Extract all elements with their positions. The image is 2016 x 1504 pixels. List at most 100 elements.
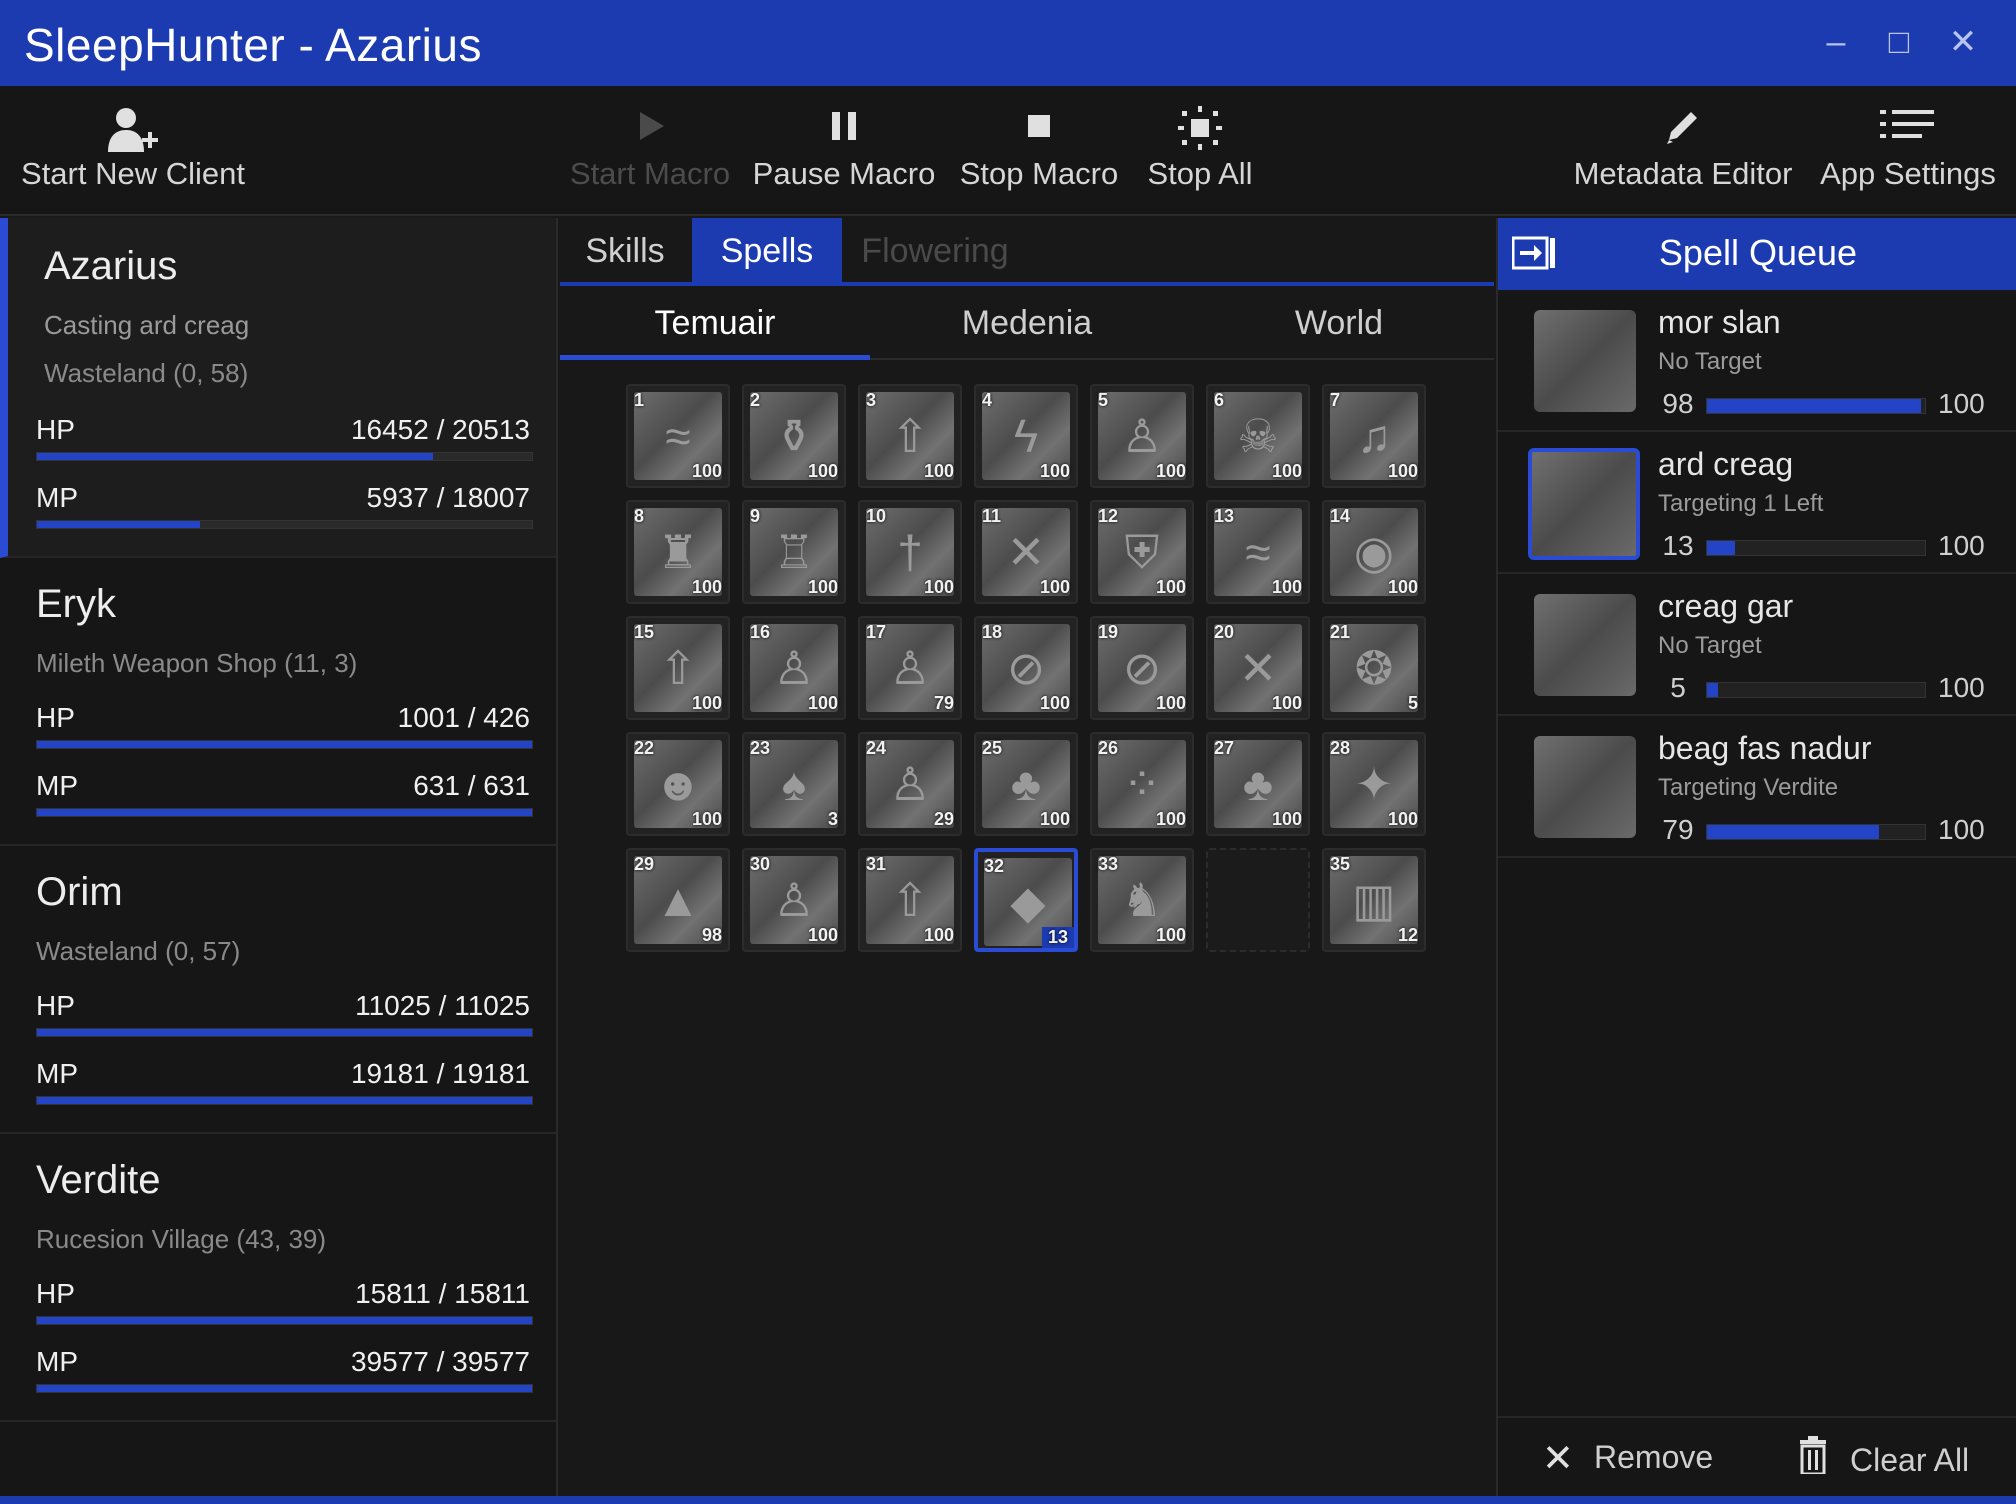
spell-slot[interactable]: ϟ 4 100 [974, 384, 1078, 488]
queue-spell-name: mor slan [1658, 304, 1781, 340]
spell-slot[interactable]: † 10 100 [858, 500, 962, 604]
spell-slot-number: 10 [866, 506, 887, 526]
spell-slot-number: 13 [1214, 506, 1235, 526]
spell-slot[interactable]: ♙ 17 79 [858, 616, 962, 720]
spell-queue-item[interactable]: creag gar No Target 5 100 [1498, 576, 2016, 716]
spell-slot[interactable]: ☠ 6 100 [1206, 384, 1310, 488]
client-card-eryk[interactable]: Eryk Mileth Weapon Shop (11, 3) HP 1001 … [0, 558, 556, 846]
spell-level: 100 [1155, 577, 1186, 597]
spell-slot[interactable]: ♣ 25 100 [974, 732, 1078, 836]
spell-slot[interactable]: ♙ 5 100 [1090, 384, 1194, 488]
remove-button[interactable]: ✕ Remove [1542, 1436, 1713, 1481]
queue-spell-progress-fill [1707, 399, 1921, 413]
spell-slot-number: 32 [984, 856, 1005, 876]
client-card-azarius[interactable]: Azarius Casting ard creag Wasteland (0, … [0, 218, 556, 558]
queue-spell-target: No Target [1658, 348, 1762, 375]
spell-slot[interactable]: ≈13 100 [1206, 500, 1310, 604]
metadata-editor-button[interactable]: Metadata Editor [1568, 86, 1798, 216]
spell-slot[interactable]: ⊘ 18 100 [974, 616, 1078, 720]
spell-level: 100 [1387, 577, 1418, 597]
spell-slot-number: 9 [750, 506, 761, 526]
empty-spell-slot[interactable] [1206, 848, 1310, 952]
spell-level: 3 [827, 809, 838, 829]
spell-queue-item[interactable]: mor slan No Target 98 100 [1498, 292, 2016, 432]
client-card-orim[interactable]: Orim Wasteland (0, 57) HP 11025 / 11025 … [0, 846, 556, 1134]
close-icon[interactable]: ✕ [1943, 22, 1983, 62]
spell-slot[interactable]: ⇧ 3 100 [858, 384, 962, 488]
spell-slot[interactable]: ♙ 16 100 [742, 616, 846, 720]
spell-slot[interactable]: ☻ 22 100 [626, 732, 730, 836]
client-location: Wasteland (0, 58) [44, 358, 249, 388]
close-icon: ✕ [1542, 1438, 1574, 1480]
spell-slot[interactable]: ✕ 20 100 [1206, 616, 1310, 720]
spell-slot[interactable]: ✦ 28 100 [1322, 732, 1426, 836]
spell-slot[interactable]: ⁘ 26 100 [1090, 732, 1194, 836]
spell-level: 100 [923, 925, 954, 945]
spell-slot[interactable]: ♙ 30 100 [742, 848, 846, 952]
client-card-verdite[interactable]: Verdite Rucesion Village (43, 39) HP 158… [0, 1134, 556, 1422]
spell-level: 100 [807, 693, 838, 713]
clear-all-button[interactable]: Clear All [1798, 1436, 1969, 1484]
spell-slot-number: 33 [1098, 854, 1119, 874]
stop-all-icon [1142, 86, 1258, 156]
queue-spell-level: 13 [1662, 530, 1694, 561]
spell-slot[interactable]: ❂ 21 5 [1322, 616, 1426, 720]
collapse-panel-icon[interactable] [1511, 236, 1556, 272]
play-icon [566, 86, 734, 156]
tab-spells[interactable]: Spells [692, 218, 842, 284]
mp-label: MP [36, 482, 78, 513]
tab-flowering[interactable]: Flowering [850, 218, 1020, 284]
spell-slot[interactable]: ⇧ 31 100 [858, 848, 962, 952]
start-macro-button[interactable]: Start Macro [566, 86, 734, 216]
spell-slot[interactable]: ♜ 8 100 [626, 500, 730, 604]
spell-slot[interactable]: ⚱ 2 100 [742, 384, 846, 488]
spell-slot[interactable]: ♙ 24 29 [858, 732, 962, 836]
maximize-icon[interactable]: □ [1879, 22, 1919, 62]
client-location: Rucesion Village (43, 39) [36, 1224, 327, 1254]
pause-macro-button[interactable]: Pause Macro [752, 86, 936, 216]
minimize-icon[interactable]: – [1816, 22, 1856, 62]
spell-slot[interactable]: ♞ 33 100 [1090, 848, 1194, 952]
hp-value: 11025 / 11025 [355, 990, 530, 1021]
tab-skills[interactable]: Skills [560, 218, 690, 284]
spell-slot[interactable]: ⇧ 15 100 [626, 616, 730, 720]
spell-slot[interactable]: ♫ 7 100 [1322, 384, 1426, 488]
spell-slot[interactable]: ♠ 23 3 [742, 732, 846, 836]
spell-level: 100 [1387, 809, 1418, 829]
subtab-temuair[interactable]: Temuair [560, 288, 870, 360]
start-new-client-button[interactable]: Start New Client [14, 86, 252, 216]
app-settings-button[interactable]: App Settings [1816, 86, 2000, 216]
queue-spell-target: No Target [1658, 632, 1762, 659]
window-title: SleepHunter - Azarius [24, 19, 482, 71]
spell-slot-number: 19 [1098, 622, 1119, 642]
spell-slot[interactable]: ▲ 29 98 [626, 848, 730, 952]
queue-spell-target: Targeting 1 Left [1658, 490, 1824, 517]
spell-slot[interactable]: ♖ 9 100 [742, 500, 846, 604]
trash-icon [1798, 1436, 1838, 1484]
queue-spell-max: 100 [1938, 672, 1985, 703]
spell-slot[interactable]: ◆ 32 13 [974, 848, 1078, 952]
stop-macro-button[interactable]: Stop Macro [954, 86, 1124, 216]
spell-queue-item[interactable]: beag fas nadur Targeting Verdite 79 100 [1498, 718, 2016, 858]
subtab-medenia[interactable]: Medenia [872, 288, 1182, 360]
spell-slot[interactable]: ◉ 14 100 [1322, 500, 1426, 604]
pause-icon [752, 86, 936, 156]
spell-slot-number: 1 [634, 390, 645, 410]
client-status: Casting ard creag [44, 310, 250, 340]
queue-spell-progress-fill [1707, 825, 1880, 839]
spell-slot[interactable]: ⊘ 19 100 [1090, 616, 1194, 720]
mp-label: MP [36, 1346, 78, 1377]
spell-slot[interactable]: ▥ 35 12 [1322, 848, 1426, 952]
spell-level: 100 [691, 809, 722, 829]
subtab-world[interactable]: World [1184, 288, 1494, 360]
stop-all-button[interactable]: Stop All [1142, 86, 1258, 216]
spell-slot[interactable]: ♣ 27 100 [1206, 732, 1310, 836]
spell-level: 100 [1155, 693, 1186, 713]
hp-label: HP [36, 702, 75, 733]
center-panel: Skills Spells Flowering Temuair Medenia … [560, 218, 1494, 1496]
spell-slot[interactable]: ⛨ 12 100 [1090, 500, 1194, 604]
spell-slot[interactable]: ✕ 11 100 [974, 500, 1078, 604]
spell-queue-item[interactable]: ard creag Targeting 1 Left 13 100 [1498, 434, 2016, 574]
spell-level: 100 [1039, 577, 1070, 597]
spell-slot[interactable]: ≈1 100 [626, 384, 730, 488]
